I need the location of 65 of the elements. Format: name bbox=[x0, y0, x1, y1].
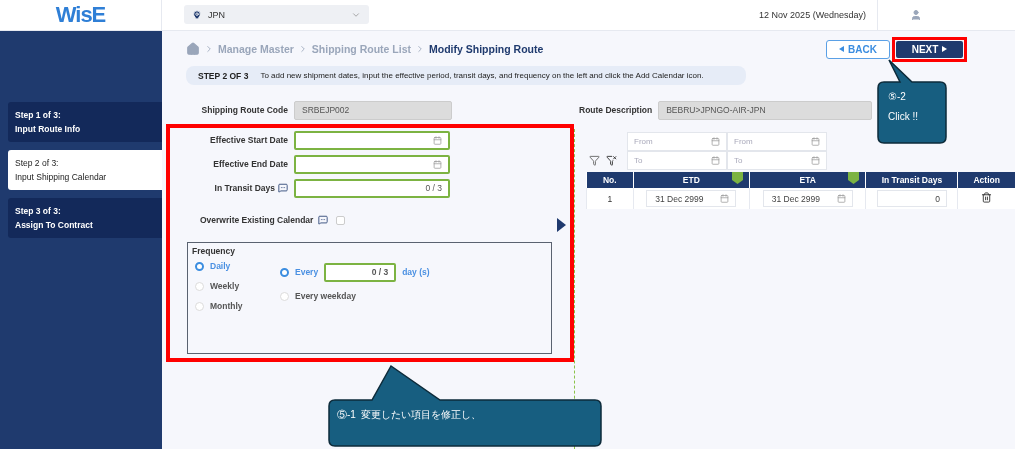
calendar-icon[interactable] bbox=[720, 194, 730, 203]
field-label: Overwrite Existing Calendar bbox=[200, 215, 314, 225]
marker-icon bbox=[848, 172, 860, 184]
clear-filter-icon[interactable] bbox=[606, 155, 617, 166]
triangle-right-icon[interactable] bbox=[557, 218, 566, 232]
user-icon[interactable] bbox=[910, 9, 922, 21]
chevron-right-icon bbox=[204, 44, 214, 54]
field-label: Shipping Route Code bbox=[200, 105, 288, 115]
interval-field[interactable]: 0 / 3 bbox=[324, 262, 397, 282]
breadcrumb-item: Modify Shipping Route bbox=[429, 43, 544, 55]
column-header: No. bbox=[586, 172, 634, 188]
step-item[interactable]: Step 1 of 3: Input Route Info bbox=[8, 102, 162, 142]
route-description-field: BEBRU>JPNGO-AIR-JPN bbox=[658, 100, 873, 120]
transit-days-field[interactable]: 0 bbox=[876, 190, 947, 207]
comment-icon[interactable] bbox=[278, 183, 288, 193]
calendar-icon[interactable] bbox=[711, 137, 720, 146]
back-button[interactable]: BACK bbox=[826, 39, 890, 59]
radio-button[interactable] bbox=[195, 261, 204, 271]
date-field[interactable]: 31 Dec 2999 bbox=[762, 190, 853, 207]
triangle-right-icon bbox=[942, 46, 948, 52]
column-header: ETA bbox=[749, 172, 866, 188]
callout: ⑤-2 Click !! bbox=[876, 58, 948, 145]
calendar-icon[interactable] bbox=[711, 156, 720, 165]
date-field[interactable]: 31 Dec 2999 bbox=[646, 190, 737, 207]
radio-label[interactable]: Every weekday bbox=[295, 291, 356, 301]
field-label: Effective End Date bbox=[213, 159, 288, 169]
country-select[interactable]: JPN bbox=[184, 5, 369, 24]
calendar-icon[interactable] bbox=[433, 159, 442, 169]
transit-days-field[interactable]: 0 / 3 bbox=[294, 178, 450, 198]
chevron-right-icon bbox=[415, 44, 425, 54]
comment-icon[interactable] bbox=[318, 215, 329, 225]
step-item[interactable]: Step 3 of 3: Assign To Contract bbox=[8, 198, 162, 238]
panel-title: Frequency bbox=[192, 246, 236, 256]
date-field[interactable] bbox=[294, 130, 450, 150]
callout: ⑤-1 変更したい項目を修正し、 bbox=[325, 364, 605, 448]
location-pin-icon bbox=[192, 9, 202, 20]
home-icon[interactable] bbox=[186, 42, 200, 56]
delete-icon[interactable] bbox=[981, 192, 993, 203]
next-button[interactable]: NEXT bbox=[896, 40, 963, 58]
unit-label: day (s) bbox=[402, 267, 430, 277]
radio-button[interactable] bbox=[280, 267, 289, 277]
field-label: In Transit Days bbox=[214, 183, 275, 193]
marker-icon bbox=[732, 172, 743, 184]
radio-label[interactable]: Weekly bbox=[210, 281, 240, 291]
triangle-left-icon bbox=[839, 46, 845, 52]
checkbox[interactable] bbox=[336, 215, 346, 225]
route-code-field: SRBEJP002 bbox=[294, 100, 452, 120]
step-item[interactable]: Step 2 of 3: Input Shipping Calendar bbox=[8, 150, 162, 190]
current-date: 12 Nov 2025 (Wednesday) bbox=[759, 10, 866, 20]
table-cell: 1 bbox=[607, 193, 613, 204]
calendar-icon[interactable] bbox=[836, 194, 846, 203]
column-header: Action bbox=[957, 172, 1015, 188]
logo: WisE bbox=[55, 2, 106, 28]
column-header: ETD bbox=[633, 172, 750, 188]
date-field[interactable] bbox=[294, 154, 450, 174]
filter-icon[interactable] bbox=[589, 155, 600, 166]
step-indicator: STEP 2 OF 3 bbox=[198, 70, 249, 81]
column-header: In Transit Days bbox=[865, 172, 958, 188]
calendar-icon[interactable] bbox=[811, 156, 820, 165]
instruction-text: To add new shipment dates, input the effective period, transit days, and frequency on the left and click the Add Calendar icon. bbox=[260, 71, 704, 80]
calendar-icon[interactable] bbox=[811, 137, 820, 146]
calendar-icon[interactable] bbox=[433, 135, 442, 145]
field-label: Effective Start Date bbox=[210, 135, 288, 145]
radio-label[interactable]: Monthly bbox=[210, 301, 243, 311]
field-label: Route Description bbox=[579, 105, 653, 115]
